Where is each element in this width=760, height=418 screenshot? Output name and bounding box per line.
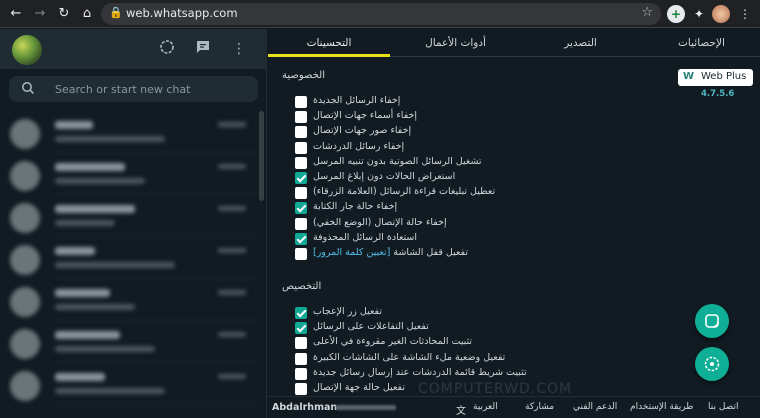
footer-link-share[interactable]: مشاركة: [525, 402, 554, 412]
sidebar-scrollbar[interactable]: [259, 111, 264, 201]
customization-section-title: التخصيص: [282, 281, 322, 292]
option-label: استعادة الرسائل المحذوفة: [313, 231, 418, 243]
back-icon[interactable]: ←: [6, 4, 26, 24]
list-item[interactable]: [0, 159, 259, 195]
option-checkbox[interactable]: [295, 322, 307, 335]
option-checkbox[interactable]: [295, 202, 307, 215]
search-bar[interactable]: [9, 76, 258, 102]
lock-icon: 🔒: [109, 6, 123, 19]
active-tab-indicator: [268, 54, 390, 57]
option-checkbox[interactable]: [295, 156, 307, 169]
translate-icon[interactable]: 文: [456, 402, 466, 417]
url-text: web.whatsapp.com: [126, 6, 238, 20]
option-checkbox[interactable]: [295, 217, 307, 230]
menu-icon[interactable]: ⋮: [229, 39, 249, 59]
footer-username: Abdalrhman: [272, 402, 338, 413]
version-label: 4.7.5.6: [701, 89, 735, 99]
list-item[interactable]: [0, 327, 259, 363]
option-checkbox[interactable]: [295, 172, 307, 184]
chat-sidebar: ⋮: [0, 29, 267, 418]
my-avatar[interactable]: [12, 35, 42, 65]
search-icon: [22, 82, 35, 95]
reload-icon[interactable]: ↻: [54, 4, 74, 24]
forward-icon[interactable]: →: [30, 4, 50, 24]
option-label: استعراض الحالات دون إبلاغ المرسل: [313, 171, 456, 182]
option-label: إخفاء رسائل الدردشات: [313, 140, 405, 152]
list-item[interactable]: [0, 285, 259, 321]
list-item[interactable]: [0, 201, 259, 237]
option-label: تثبيت شريط قائمة الدردشات عند إرسال رسائ…: [313, 366, 527, 378]
option-checkbox[interactable]: [295, 307, 307, 319]
list-item[interactable]: [0, 369, 259, 405]
option-label: إخفاء الرسائل الجديدة: [313, 95, 401, 106]
profile-avatar[interactable]: [712, 5, 730, 23]
option-label: إخفاء صور جهات الإتصال: [313, 125, 412, 137]
footer-phone-redacted: [336, 405, 396, 410]
browser-toolbar: ← → ↻ ⌂ 🔒 web.whatsapp.com ☆ + ✦ ⋮: [0, 0, 760, 28]
option-label: إخفاء حالة جار الكتابة: [313, 201, 398, 213]
option-label: إخفاء حالة الإتصال (الوضع الخفي): [313, 216, 447, 228]
bookmark-star-icon[interactable]: ☆: [641, 5, 653, 20]
screen: ← → ↻ ⌂ 🔒 web.whatsapp.com ☆ + ✦ ⋮ ⋮ Sea…: [0, 0, 760, 418]
target-icon: [704, 356, 720, 372]
option-label: تثبيت المحادثات الغير مقروءة في الأعلى: [313, 336, 473, 348]
set-password-link[interactable]: [تعيين كلمة المرور]: [313, 247, 390, 258]
sticker-button[interactable]: [695, 304, 729, 338]
footer-link-contact[interactable]: اتصل بنا: [708, 402, 738, 412]
watermark: COMPUTERWD.COM: [418, 381, 573, 397]
extensions-puzzle-icon[interactable]: ✦: [690, 5, 708, 23]
list-item[interactable]: [0, 243, 259, 279]
search-input[interactable]: [55, 79, 250, 99]
list-item[interactable]: [0, 117, 259, 153]
new-chat-icon[interactable]: [193, 39, 213, 59]
footer-link-language[interactable]: العربية: [473, 402, 498, 412]
option-label: تفعيل قفل الشاشة [تعيين كلمة المرور]: [313, 247, 469, 258]
tab-business-tools[interactable]: أدوات الأعمال: [393, 29, 518, 57]
option-checkbox[interactable]: [295, 111, 307, 124]
tab-statistics[interactable]: الإحصائيات: [643, 29, 760, 57]
option-checkbox[interactable]: [295, 337, 307, 350]
option-checkbox[interactable]: [295, 232, 307, 245]
option-label: تشغيل الرسائل الصوتية بدون تنبيه المرسل: [313, 155, 482, 167]
option-checkbox[interactable]: [295, 187, 307, 200]
status-icon[interactable]: [157, 39, 177, 59]
settings-fab-button[interactable]: [695, 347, 729, 381]
tab-bar: الإحصائيات التصدير أدوات الأعمال التحسين…: [268, 29, 760, 57]
option-checkbox[interactable]: [295, 383, 307, 395]
option-checkbox[interactable]: [295, 248, 307, 260]
option-checkbox[interactable]: [295, 367, 307, 380]
option-label: تفعيل حالة جهة الإتصال: [313, 382, 405, 393]
option-label: تفعيل زر الإعجاب: [313, 306, 383, 317]
address-bar[interactable]: 🔒 web.whatsapp.com ☆: [101, 3, 661, 25]
option-label: تعطيل تبليغات قراءة الرسائل (العلامة الز…: [313, 186, 496, 198]
privacy-section-title: الخصوصية: [282, 70, 325, 81]
settings-panel: الإحصائيات التصدير أدوات الأعمال التحسين…: [268, 29, 760, 418]
extension-plus-icon[interactable]: +: [667, 5, 685, 23]
tab-improvements[interactable]: التحسينات: [268, 29, 390, 57]
option-label: تفعيل التفاعلات على الرسائل: [313, 321, 429, 333]
option-label: تفعيل وضعية ملء الشاشة على الشاشات الكبي…: [313, 351, 506, 363]
sidebar-header: ⋮: [0, 29, 267, 69]
browser-menu-icon[interactable]: ⋮: [736, 5, 754, 23]
option-checkbox[interactable]: [295, 96, 307, 108]
option-checkbox[interactable]: [295, 126, 307, 139]
option-checkbox[interactable]: [295, 352, 307, 365]
option-checkbox[interactable]: [295, 141, 307, 154]
sticker-icon: [705, 314, 719, 328]
home-icon[interactable]: ⌂: [77, 4, 97, 24]
footer-link-usage[interactable]: طريقة الإستخدام: [630, 402, 693, 412]
footer-link-support[interactable]: الدعم الفني: [573, 402, 617, 412]
tab-export[interactable]: التصدير: [518, 29, 643, 57]
option-label: إخفاء أسماء جهات الإتصال: [313, 110, 418, 122]
chat-list: [0, 111, 259, 418]
footer-bar: Abdalrhman اتصل بنا طريقة الإستخدام الدع…: [268, 396, 760, 418]
